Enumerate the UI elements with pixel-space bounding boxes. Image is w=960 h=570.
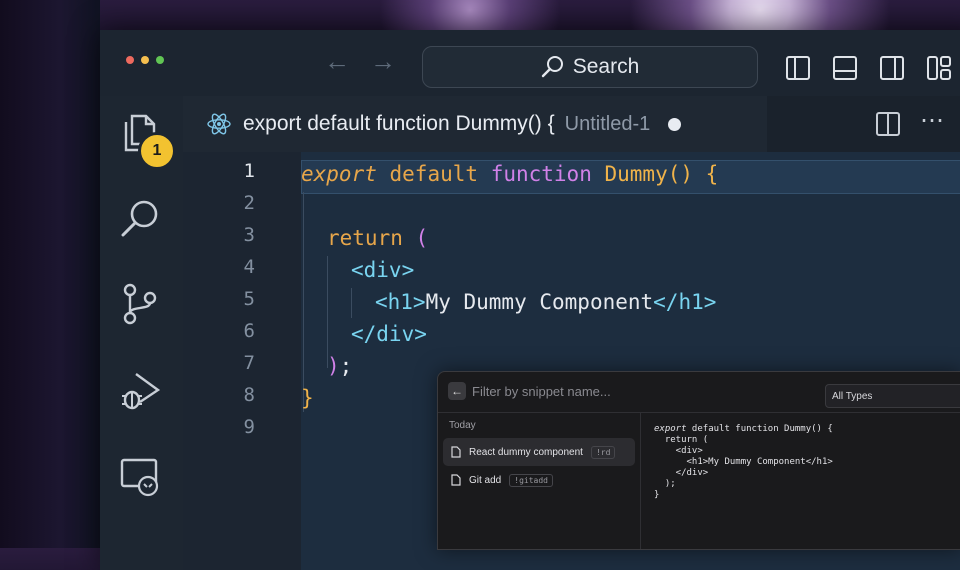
code-line-3: return (	[327, 226, 429, 250]
type-select[interactable]: All Types ⌄	[825, 384, 960, 408]
line-number: 9	[243, 416, 255, 438]
document-icon	[451, 474, 461, 486]
code-line-4: <div>	[351, 258, 415, 282]
document-icon	[451, 446, 461, 458]
line-number: 8	[243, 384, 255, 406]
shortcut-badge: !gitadd	[509, 473, 553, 487]
indent-guide	[351, 288, 352, 318]
source-control-icon[interactable]	[118, 282, 162, 326]
zoom-window-button[interactable]	[156, 56, 164, 64]
indent-guide	[303, 192, 304, 412]
forward-arrow-icon[interactable]: →	[370, 46, 396, 76]
tab-bar: export default function Dummy() { Untitl…	[183, 96, 960, 154]
search-icon	[541, 56, 563, 78]
remote-explorer-icon[interactable]	[118, 454, 162, 498]
split-editor-icon[interactable]	[876, 112, 900, 136]
line-number: 5	[243, 288, 255, 310]
toggle-primary-sidebar-icon[interactable]	[786, 56, 810, 80]
tab-filename: Untitled-1	[564, 112, 651, 135]
toggle-panel-icon[interactable]	[833, 56, 857, 80]
list-item[interactable]: React dummy component !rd	[443, 438, 635, 466]
react-icon	[207, 113, 231, 135]
activity-bar: 1	[100, 96, 183, 570]
line-number: 3	[243, 224, 255, 246]
indent-guide	[327, 256, 328, 368]
files-badge: 1	[138, 132, 176, 170]
tab-untitled-1[interactable]: export default function Dummy() { Untitl…	[183, 96, 767, 154]
snippet-filter-input[interactable]: Filter by snippet name...	[472, 384, 611, 399]
title-bar: ← → Search	[100, 30, 960, 96]
snippet-panel-header: ← Filter by snippet name... All Types ⌄	[438, 372, 960, 413]
command-center-search[interactable]: Search	[422, 46, 758, 88]
tab-title: export default function Dummy() {	[243, 112, 555, 135]
line-number-gutter: 1 2 3 4 5 6 7 8 9	[183, 152, 301, 570]
minimize-window-button[interactable]	[141, 56, 149, 64]
more-actions-icon[interactable]: ⋯	[920, 106, 946, 135]
line-number: 6	[243, 320, 255, 342]
snippet-preview: export default function Dummy() { return…	[654, 424, 833, 500]
line-number: 2	[243, 192, 255, 214]
code-line-7: );	[327, 354, 353, 378]
search-icon[interactable]	[118, 196, 162, 240]
shortcut-badge: !rd	[590, 445, 616, 459]
list-item[interactable]: Git add !gitadd	[443, 466, 635, 494]
code-line-6: </div>	[351, 322, 427, 346]
customize-layout-icon[interactable]	[927, 56, 951, 80]
toggle-secondary-sidebar-icon[interactable]	[880, 56, 904, 80]
group-label: Today	[449, 420, 476, 431]
line-number: 1	[243, 160, 255, 182]
code-line-8: }	[301, 386, 314, 410]
back-icon[interactable]: ←	[448, 382, 466, 400]
line-number: 7	[243, 352, 255, 374]
search-label: Search	[572, 55, 640, 78]
snippet-panel: ← Filter by snippet name... All Types ⌄ …	[437, 371, 960, 550]
run-debug-icon[interactable]	[118, 368, 162, 412]
unsaved-dot-icon[interactable]	[668, 117, 682, 131]
background-blur	[0, 0, 100, 548]
close-window-button[interactable]	[126, 56, 134, 64]
snippet-list: Today React dummy component !rd Git add …	[438, 412, 641, 549]
code-line-1: export default function Dummy() {	[301, 162, 719, 186]
line-number: 4	[243, 256, 255, 278]
code-line-5: <h1>My Dummy Component</h1>	[375, 290, 717, 314]
back-arrow-icon[interactable]: ←	[324, 46, 350, 76]
